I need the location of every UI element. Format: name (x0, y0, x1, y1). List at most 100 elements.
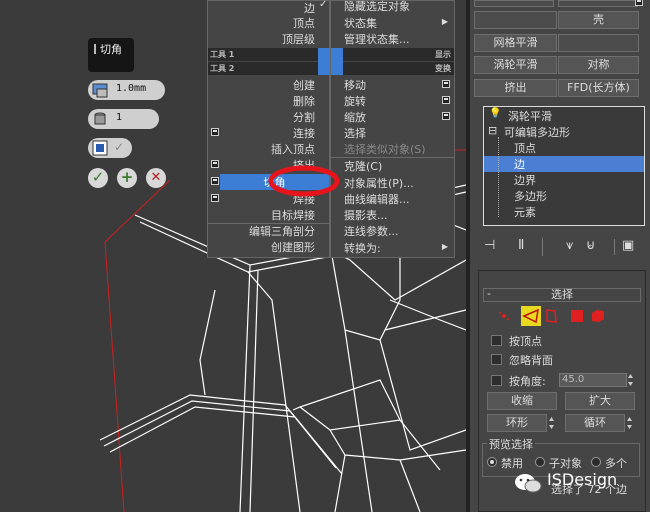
stack-item-element[interactable]: 元素 (484, 204, 644, 220)
quad-item-move[interactable]: 移动 (344, 77, 366, 93)
by-angle-checkbox[interactable] (491, 375, 502, 386)
quad-item-dope-sheet[interactable]: 摄影表... (344, 207, 388, 223)
lightbulb-icon[interactable]: 💡 (489, 108, 501, 119)
quad-item-state-sets[interactable]: 状态集 (344, 15, 377, 31)
chamfer-amount-value[interactable]: 1.0mm (116, 83, 146, 94)
quad-item-curve-editor[interactable]: 曲线编辑器... (344, 191, 410, 207)
quad-item-connect[interactable]: 连接 (293, 125, 315, 141)
preview-off-radio[interactable] (487, 457, 497, 467)
ring-spinner-icon[interactable] (548, 416, 555, 430)
quad-item-convert-to[interactable]: 转换为: (344, 240, 381, 256)
preview-multi-radio[interactable] (591, 457, 601, 467)
modifier-button-blank[interactable] (474, 11, 557, 29)
checkmark-icon: ✓ (91, 168, 105, 186)
stack-item-editable-poly[interactable]: ⊟ 可编辑多边形 (484, 124, 644, 140)
quad-item-vertex[interactable]: 顶点 (293, 15, 315, 31)
x-icon: ✕ (150, 170, 162, 185)
stack-item-edge[interactable]: 边 (484, 156, 644, 172)
quad-item-create-shape[interactable]: 创建图形 (271, 239, 315, 255)
collapse-minus-icon[interactable]: ⊟ (488, 124, 497, 137)
section-transform: 变换 (331, 62, 454, 75)
quad-item-manage-state-sets[interactable]: 管理状态集... (344, 31, 410, 47)
quad-item-target-weld[interactable]: 目标焊接 (271, 207, 315, 223)
extrude-button[interactable]: 挤出 (474, 79, 557, 97)
modifier-button-blank-2[interactable] (558, 34, 639, 52)
polygon-mode-icon[interactable] (569, 308, 585, 324)
quad-item-edit-triangulation[interactable]: 编辑三角剖分 (249, 223, 315, 239)
chamfer-amount-field[interactable]: 1.0mm (88, 80, 165, 100)
stack-tree-line (498, 137, 499, 217)
by-angle-label: 按角度: (509, 375, 546, 388)
stack-tools: ⊣ Ⅱ ⩛ ⊌ ▣ (482, 238, 648, 260)
move-settings-icon[interactable] (442, 80, 450, 88)
chamfer-settings-icon[interactable] (211, 177, 219, 185)
angle-threshold-input[interactable]: 45.0 (559, 373, 627, 387)
open-chamfer-toggle[interactable]: ✓ (88, 138, 132, 158)
edge-mode-icon[interactable] (521, 306, 541, 326)
preview-subobject-label: 子对象 (549, 457, 582, 470)
quad-menu-left: 边 顶点 顶层级 工具 1 工具 2 创建 删除 分割 连接 插入顶点 挤出 切… (207, 0, 331, 258)
modifier-list-top-right[interactable] (558, 0, 638, 7)
quad-menu-right: ✓ 隐藏选定对象 状态集 ▶ 管理状态集... 显示 变换 移动 旋转 缩放 选… (319, 0, 455, 258)
quad-item-split[interactable]: 分割 (293, 109, 315, 125)
quad-item-create[interactable]: 创建 (293, 77, 315, 93)
quad-item-clone[interactable]: 克隆(C) (344, 158, 382, 174)
shrink-button[interactable]: 收缩 (487, 392, 557, 410)
chamfer-segments-value[interactable]: 1 (116, 112, 122, 123)
rotate-settings-icon[interactable] (442, 96, 450, 104)
meshsmooth-button[interactable]: 网格平滑 (474, 34, 557, 52)
modifier-list-top[interactable] (474, 0, 554, 7)
stack-item-border[interactable]: 边界 (484, 172, 644, 188)
quad-item-scale[interactable]: 缩放 (344, 109, 366, 125)
pin-stack-icon[interactable]: ⊣ (484, 238, 495, 253)
extrude-settings-icon[interactable] (211, 160, 219, 168)
quad-item-object-properties[interactable]: 对象属性(P)... (344, 175, 414, 191)
symmetry-button[interactable]: 对称 (558, 56, 639, 74)
selection-rollout-title: 选择 (551, 288, 573, 301)
state-sets-arrow-icon: ▶ (441, 17, 448, 26)
remove-modifier-icon[interactable]: ⊌ (586, 238, 596, 253)
ring-button[interactable]: 环形 (487, 414, 547, 432)
border-mode-icon[interactable] (543, 308, 559, 324)
quad-item-insert-vertex[interactable]: 插入顶点 (271, 141, 315, 157)
stack-item-turbosmooth-label: 涡轮平滑 (508, 110, 552, 123)
caddy-apply-button[interactable]: + (117, 168, 137, 188)
show-end-result-icon[interactable]: Ⅱ (518, 238, 524, 253)
by-vertex-checkbox[interactable] (491, 335, 502, 346)
quad-item-remove[interactable]: 删除 (293, 93, 315, 109)
section-display: 显示 (331, 48, 454, 61)
selection-rollout-header[interactable]: - 选择 (483, 288, 641, 302)
vertex-mode-icon[interactable] (495, 307, 513, 325)
panel-options-icon[interactable] (635, 0, 643, 6)
stack-item-polygon[interactable]: 多边形 (484, 188, 644, 204)
connect-settings-icon[interactable] (211, 128, 219, 136)
shell-button[interactable]: 壳 (558, 11, 639, 29)
ffd-box-button[interactable]: FFD(长方体) (558, 79, 639, 97)
grow-button[interactable]: 扩大 (565, 392, 635, 410)
loop-button[interactable]: 循环 (565, 414, 625, 432)
element-mode-icon[interactable] (589, 307, 607, 325)
quad-item-select[interactable]: 选择 (344, 125, 366, 141)
loop-spinner-icon[interactable] (626, 416, 633, 430)
quad-item-hide-selection[interactable]: 隐藏选定对象 (344, 0, 410, 14)
caddy-cancel-button[interactable]: ✕ (146, 168, 166, 188)
turbosmooth-button[interactable]: 涡轮平滑 (474, 56, 557, 74)
stack-item-vertex[interactable]: 顶点 (484, 140, 644, 156)
viewport[interactable]: 切角 1.0mm 1 ✓ ✓ + ✕ 边 顶点 顶层级 工具 1 工具 2 创建… (0, 0, 466, 512)
angle-spinner-icon[interactable] (627, 373, 634, 387)
configure-sets-icon[interactable]: ▣ (622, 238, 634, 253)
quad-item-top-level[interactable]: 顶层级 (282, 31, 315, 47)
caddy-title-text: 切角 (100, 43, 122, 56)
chamfer-segments-field[interactable]: 1 (88, 109, 159, 129)
weld-settings-icon[interactable] (211, 194, 219, 202)
preview-subobject-radio[interactable] (535, 457, 545, 467)
tool-divider-2 (614, 239, 615, 255)
quad-item-wire-parameters[interactable]: 连线参数... (344, 223, 399, 239)
caddy-ok-button[interactable]: ✓ (88, 168, 108, 188)
scale-settings-icon[interactable] (442, 112, 450, 120)
quad-item-rotate[interactable]: 旋转 (344, 93, 366, 109)
make-unique-icon[interactable]: ⩛ (566, 238, 573, 253)
quad-item-edge[interactable]: 边 (304, 0, 315, 16)
ignore-backfacing-checkbox[interactable] (491, 354, 502, 365)
stack-item-turbosmooth[interactable]: 💡 涡轮平滑 (484, 108, 644, 124)
